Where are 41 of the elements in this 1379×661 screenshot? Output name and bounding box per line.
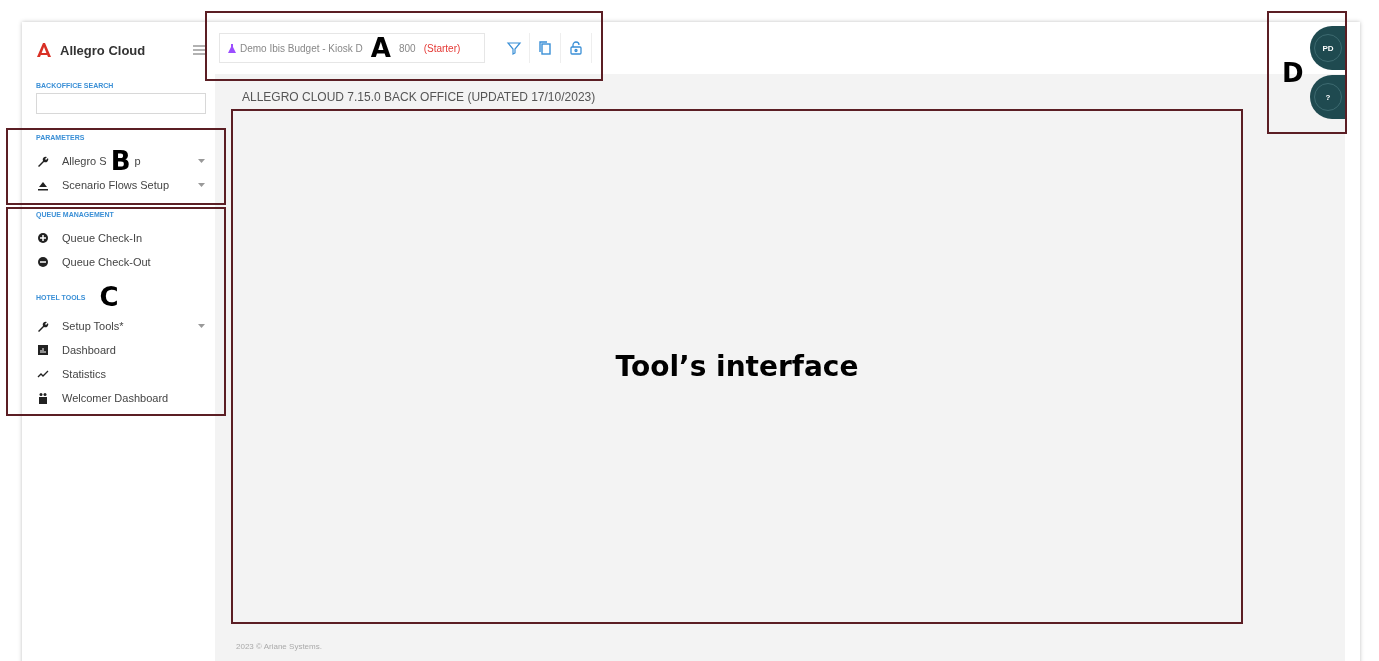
- flask-icon: [228, 43, 236, 53]
- menu-item-label: Allegro S: [62, 155, 107, 167]
- copy-icon: [537, 40, 553, 56]
- logo-icon: [36, 42, 52, 58]
- wrench-icon: [36, 154, 50, 168]
- chart-icon: [36, 343, 50, 357]
- plus-circle-icon: [36, 231, 50, 245]
- tool-interface-area: Tool’s interface: [231, 109, 1243, 624]
- menu-item-label: Queue Check-Out: [62, 256, 151, 268]
- menu-item-label: Setup Tools*: [62, 320, 124, 332]
- menu-icon[interactable]: [193, 45, 205, 55]
- menu-item[interactable]: Scenario Flows Setup: [36, 173, 205, 197]
- menu-item[interactable]: Dashboard: [36, 338, 205, 362]
- menu-item-label: p: [134, 155, 141, 167]
- lock-icon: [568, 40, 584, 56]
- menu-item-label: Welcomer Dashboard: [62, 392, 169, 404]
- annotation-letter: B: [110, 148, 131, 174]
- annotation-letter: A: [370, 35, 391, 61]
- property-selector[interactable]: Demo Ibis Budget - Kiosk D A 800 (Starter): [219, 33, 485, 63]
- page-title: ALLEGRO CLOUD 7.15.0 BACK OFFICE (UPDATED 17/10/2023): [242, 90, 596, 104]
- menu-item-label: Statistics: [62, 368, 106, 380]
- annotation-letter: D: [1282, 60, 1304, 86]
- search-field[interactable]: [36, 93, 206, 114]
- filter-icon: [506, 40, 522, 56]
- menu-item[interactable]: Welcomer Dashboard: [36, 386, 205, 410]
- menu-item-label: Scenario Flows Setup: [62, 179, 169, 191]
- menu-item[interactable]: Setup Tools*: [36, 314, 205, 338]
- menu-item[interactable]: Queue Check-In: [36, 226, 205, 250]
- brand-name: Allegro Cloud: [60, 42, 147, 58]
- menu-item-label: Queue Check-In: [62, 232, 143, 244]
- annotation-letter: C: [99, 284, 119, 310]
- minus-circle-icon: [36, 255, 50, 269]
- footer-text: 2023 © Ariane Systems.: [236, 642, 323, 651]
- menu-item[interactable]: Queue Check-Out: [36, 250, 205, 274]
- property-name: Demo Ibis Budget - Kiosk D: [240, 42, 363, 54]
- people-icon: [36, 391, 50, 405]
- plan-label: (Starter): [423, 42, 461, 54]
- menu-item[interactable]: Statistics: [36, 362, 205, 386]
- property-name: 800: [398, 42, 416, 54]
- menu-item-label: Dashboard: [62, 344, 116, 356]
- wrench-icon: [36, 319, 50, 333]
